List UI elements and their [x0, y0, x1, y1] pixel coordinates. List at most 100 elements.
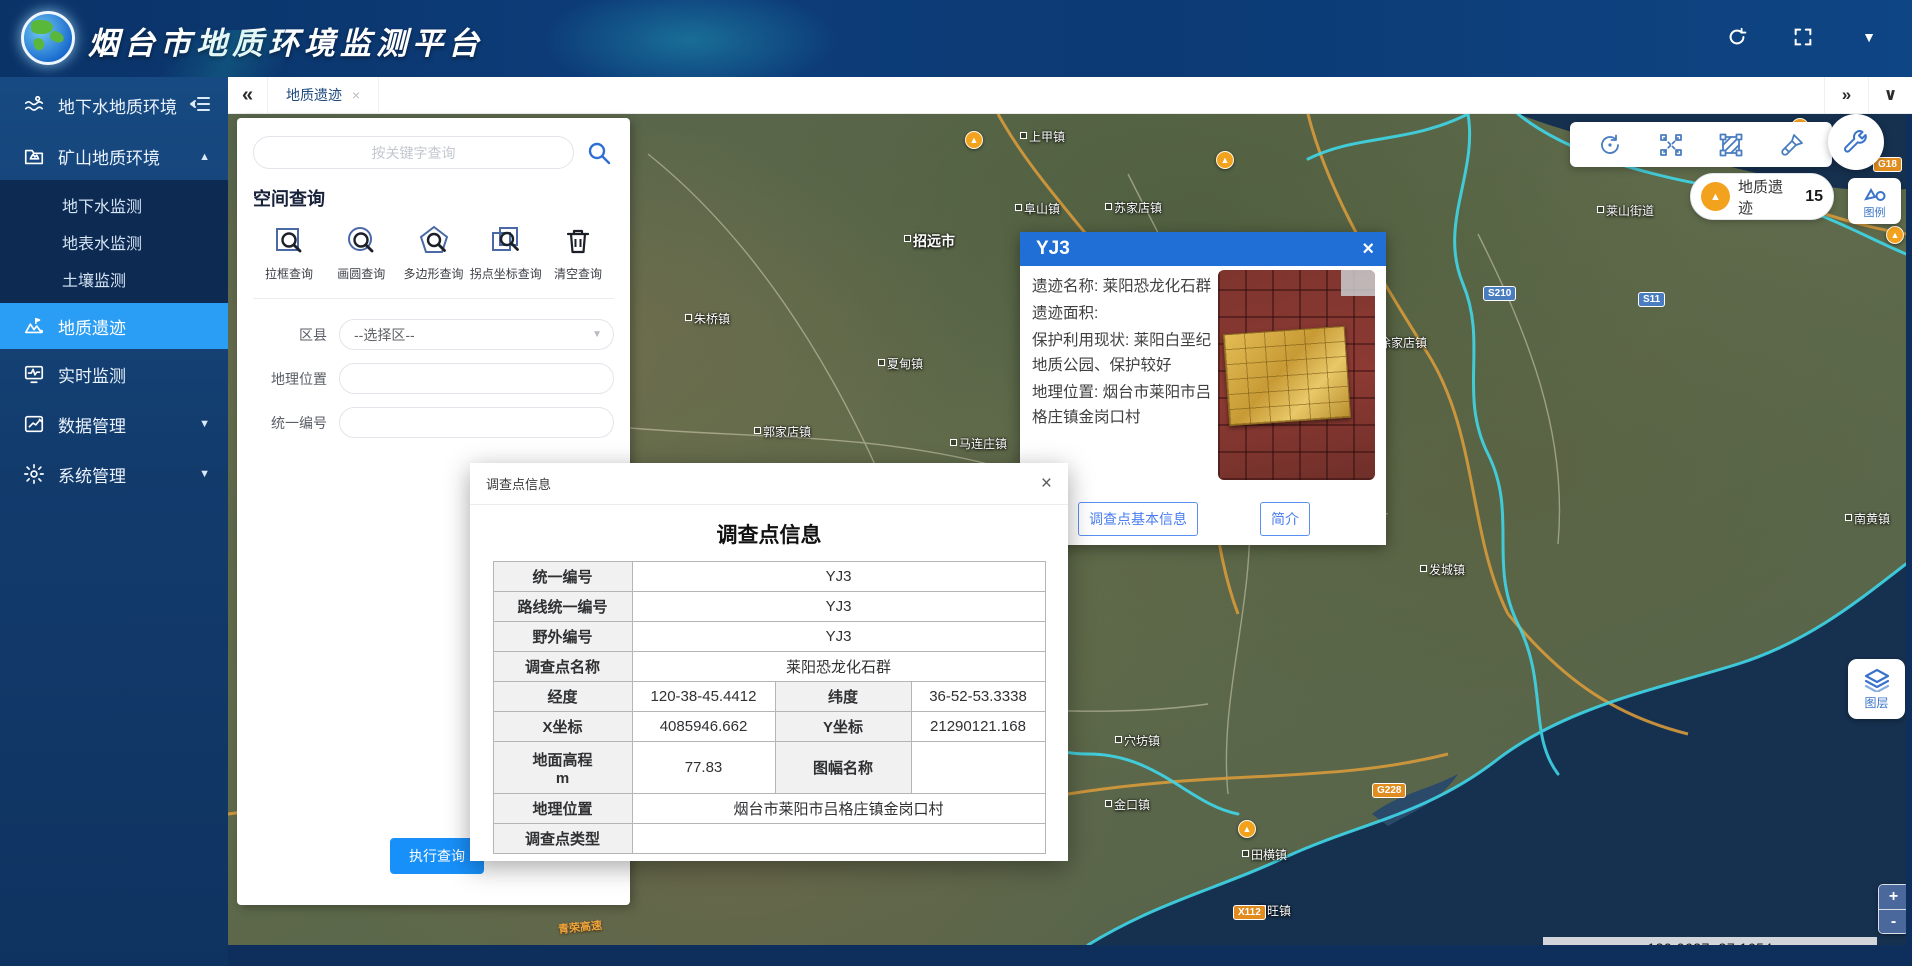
circle-query-button[interactable]: 画圆查询 — [325, 225, 397, 282]
dialog-close-icon[interactable]: × — [1041, 474, 1052, 493]
map-tools-wrench-button[interactable] — [1828, 114, 1884, 170]
box-query-button[interactable]: 拉框查询 — [253, 225, 325, 282]
road-shield-badge: X112 — [1233, 905, 1266, 920]
table-row: 地面高程 m77.83图幅名称 — [493, 742, 1045, 794]
user-dropdown-icon[interactable]: ▼ — [1854, 22, 1884, 52]
expand-caret-icon[interactable]: ▼ — [199, 418, 210, 430]
geoheritage-count: 15 — [1805, 188, 1823, 206]
sidebar-subitem[interactable]: 地表水监测 — [0, 223, 228, 260]
sidebar-subitem[interactable]: 地下水监测 — [0, 186, 228, 223]
table-value-cell: YJ3 — [632, 562, 1045, 592]
sidebar-item-system-mgmt[interactable]: 系统管理 ▼ — [0, 449, 228, 499]
road-shield-badge: G228 — [1372, 783, 1406, 798]
popup-field: 遗迹面积 — [1032, 301, 1224, 326]
geoheritage-marker[interactable]: ▲ — [1216, 151, 1234, 169]
sidebar-item-groundwater-env[interactable]: 地下水地质环境 — [0, 77, 228, 133]
feature-popup: YJ3 × 遗迹名称莱阳恐龙化石群遗迹面积保护利用现状莱阳白垩纪地质公园、保护较… — [1020, 232, 1386, 545]
popup-field: 地理位置烟台市莱阳市吕格庄镇金岗口村 — [1032, 380, 1224, 430]
menu-fold-icon[interactable] — [190, 96, 210, 115]
code-label: 统一编号 — [253, 413, 339, 433]
district-label: 区县 — [253, 325, 339, 345]
folder-icon — [22, 145, 46, 169]
sidebar: 地下水地质环境 矿山地质环境 ▲ 地下水监测地表水监测土壤监测 地质遗迹 — [0, 77, 228, 966]
monitor-icon — [22, 362, 46, 386]
keyword-search-input[interactable] — [253, 136, 574, 169]
table-row: 调查点名称莱阳恐龙化石群 — [493, 652, 1045, 682]
table-row: 经度120-38-45.4412纬度36-52-53.3338 — [493, 682, 1045, 712]
table-header-cell: 地面高程 m — [493, 742, 632, 794]
map-place-label: 朱桥镇 — [685, 310, 730, 327]
road-shield-badge: S210 — [1483, 286, 1516, 301]
water-icon — [22, 93, 46, 117]
measure-distance-button[interactable] — [1654, 128, 1688, 162]
popup-close-icon[interactable]: × — [1362, 239, 1374, 259]
geoheritage-pill-icon: ▲ — [1701, 182, 1730, 211]
geoheritage-marker[interactable]: ▲ — [1886, 226, 1904, 244]
table-header-cell: 地理位置 — [493, 794, 632, 824]
expand-caret-icon[interactable]: ▼ — [199, 468, 210, 480]
geoheritage-marker[interactable]: ▲ — [1238, 820, 1256, 838]
polygon-query-icon — [418, 225, 450, 257]
popup-field: 遗迹名称莱阳恐龙化石群 — [1032, 274, 1224, 299]
site-photo[interactable] — [1218, 270, 1375, 480]
table-value-cell: YJ3 — [632, 592, 1045, 622]
table-header-cell: 野外编号 — [493, 622, 632, 652]
layers-button[interactable]: 图层 — [1848, 659, 1905, 719]
zoom-out-button[interactable]: - — [1879, 909, 1906, 933]
legend-button[interactable]: 图例 — [1848, 178, 1901, 224]
sidebar-item-realtime[interactable]: 实时监测 — [0, 349, 228, 399]
vertex-query-icon — [490, 225, 522, 257]
spatial-query-tools: 拉框查询 画圆查询 多边形查询 拐点坐标查询 清空查询 — [253, 225, 614, 282]
sidebar-item-mine-geo-env[interactable]: 矿山地质环境 ▲ — [0, 133, 228, 180]
sidebar-item-geoheritage-active[interactable]: 地质遗迹 — [0, 303, 228, 349]
code-input[interactable] — [339, 407, 614, 438]
table-row: 野外编号YJ3 — [493, 622, 1045, 652]
history-rotate-button[interactable] — [1593, 128, 1627, 162]
table-header-cell: 纬度 — [775, 682, 911, 712]
tab-geoheritage[interactable]: 地质遗迹 × — [268, 77, 379, 113]
table-value-cell: 莱阳恐龙化石群 — [632, 652, 1045, 682]
clear-query-button[interactable]: 清空查询 — [542, 225, 614, 282]
measure-area-button[interactable] — [1714, 128, 1748, 162]
popup-action-button[interactable]: 调查点基本信息 — [1078, 502, 1198, 536]
search-icon[interactable] — [584, 138, 614, 168]
app-logo-icon — [21, 11, 75, 65]
geoheritage-marker[interactable]: ▲ — [965, 131, 983, 149]
table-value-cell: 120-38-45.4412 — [632, 682, 775, 712]
map-place-label: 招远市 — [904, 231, 955, 251]
polygon-query-button[interactable]: 多边形查询 — [398, 225, 470, 282]
map-place-label: 马连庄镇 — [950, 435, 1007, 452]
tab-overflow-icon[interactable]: » — [1824, 77, 1868, 113]
tab-dropdown-icon[interactable]: ∨ — [1868, 77, 1912, 113]
legend-icon — [1863, 183, 1887, 203]
district-select[interactable] — [339, 319, 614, 350]
table-header-cell: X坐标 — [493, 712, 632, 742]
chart-edit-icon — [22, 412, 46, 436]
vertex-query-button[interactable]: 拐点坐标查询 — [470, 225, 542, 282]
zoom-in-button[interactable]: + — [1879, 885, 1906, 909]
collapse-caret-icon[interactable]: ▲ — [199, 151, 210, 163]
map-place-label: 穴坊镇 — [1115, 732, 1160, 749]
geoheritage-count-pill[interactable]: ▲ 地质遗迹 15 — [1690, 173, 1834, 220]
popup-fields: 遗迹名称莱阳恐龙化石群遗迹面积保护利用现状莱阳白垩纪地质公园、保护较好地理位置烟… — [1032, 274, 1224, 430]
tab-bar: « 地质遗迹 × » ∨ — [228, 77, 1912, 114]
fullscreen-icon[interactable] — [1788, 22, 1818, 52]
popup-header: YJ3 × — [1020, 232, 1386, 266]
table-value-cell: 36-52-53.3338 — [911, 682, 1045, 712]
map-place-label: 郭家店镇 — [754, 423, 811, 440]
tab-close-icon[interactable]: × — [352, 87, 360, 103]
survey-point-dialog: 调查点信息 × 调查点信息 统一编号YJ3路线统一编号YJ3野外编号YJ3调查点… — [470, 463, 1068, 861]
dialog-title: 调查点信息 — [470, 519, 1068, 549]
sidebar-item-data-mgmt[interactable]: 数据管理 ▼ — [0, 399, 228, 449]
dialog-header-title: 调查点信息 — [486, 474, 551, 493]
trash-icon — [562, 225, 594, 257]
refresh-icon[interactable] — [1722, 22, 1752, 52]
popup-action-button[interactable]: 简介 — [1260, 502, 1310, 536]
table-header-cell: 统一编号 — [493, 562, 632, 592]
location-input[interactable] — [339, 363, 614, 394]
clear-brush-button[interactable] — [1775, 128, 1809, 162]
table-header-cell: 经度 — [493, 682, 632, 712]
panel-collapse-icon[interactable]: « — [228, 77, 268, 113]
table-header-cell: 图幅名称 — [775, 742, 911, 794]
sidebar-subitem[interactable]: 土壤监测 — [0, 260, 228, 297]
